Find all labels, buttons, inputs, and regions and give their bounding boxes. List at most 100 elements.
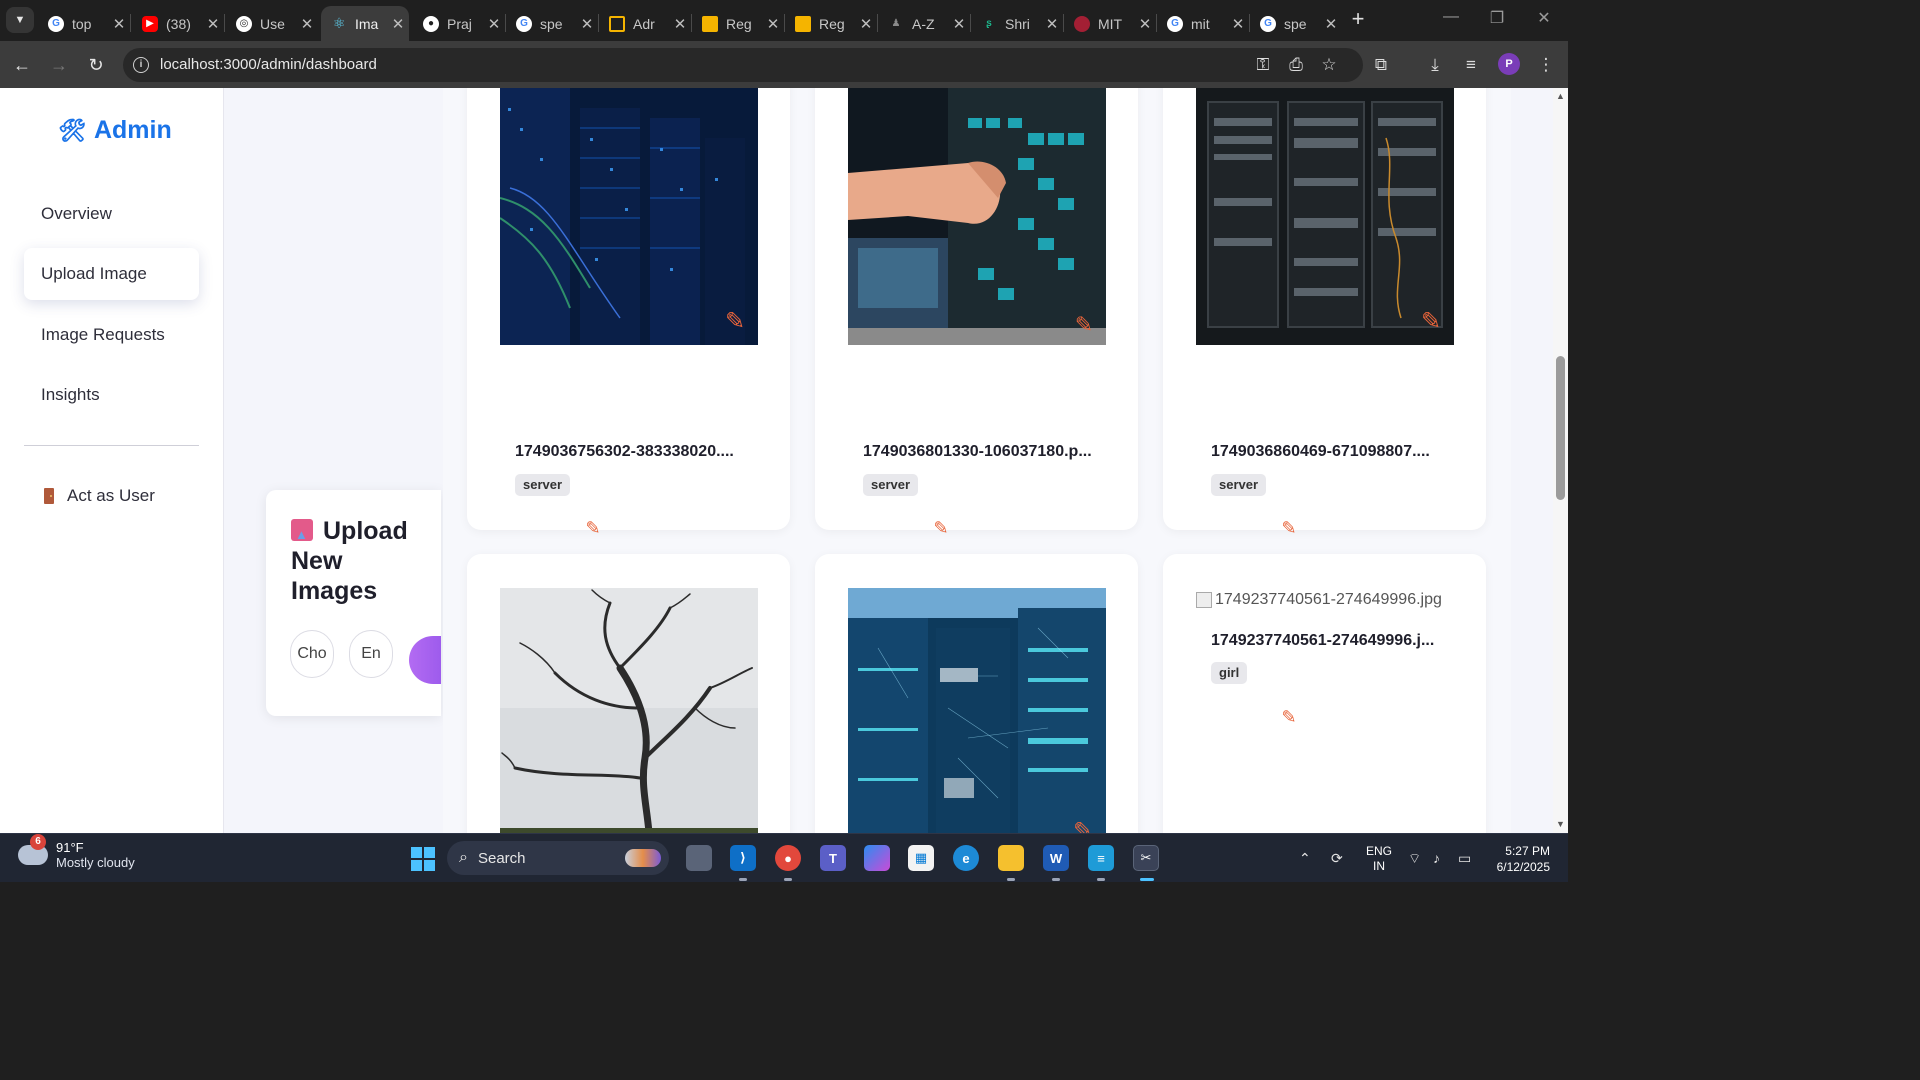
edge-icon[interactable]: e — [953, 845, 979, 871]
notepad-icon[interactable]: ≡ — [1088, 845, 1114, 871]
media-control-icon[interactable]: ≡ — [1460, 54, 1482, 76]
wifi-icon[interactable]: ⌔ — [1408, 850, 1421, 868]
tab-2[interactable]: ▶ (38) ✕ — [132, 6, 224, 41]
close-icon[interactable]: ✕ — [1320, 15, 1342, 33]
close-icon[interactable]: ✕ — [1134, 15, 1156, 33]
chrome-icon[interactable]: ● — [775, 845, 801, 871]
profile-avatar[interactable]: P — [1498, 53, 1520, 75]
forward-icon[interactable]: → — [46, 52, 72, 78]
tab-label: Reg — [726, 15, 752, 32]
sidebar-item-overview[interactable]: Overview — [24, 188, 199, 240]
tools-icon: 🛠 — [58, 117, 86, 143]
running-indicator — [739, 878, 747, 881]
close-icon[interactable]: ✕ — [387, 15, 409, 33]
scroll-thumb[interactable] — [1556, 356, 1565, 500]
act-as-user-button[interactable]: Act as User — [44, 486, 155, 506]
upload-submit-button[interactable] — [409, 636, 441, 684]
battery-icon[interactable]: ▭ — [1458, 850, 1471, 867]
enter-tag-input[interactable]: En — [349, 630, 393, 678]
tab-3[interactable]: ◎ Use ✕ — [226, 6, 318, 41]
file-explorer-icon[interactable] — [998, 845, 1024, 871]
image-thumbnail[interactable] — [500, 588, 758, 833]
browser-toolbar: ← → ↻ i localhost:3000/admin/dashboard ⚿… — [0, 41, 1568, 88]
image-thumbnail[interactable]: ✎ — [500, 88, 758, 345]
image-thumbnail[interactable]: ✎ — [1196, 88, 1454, 345]
back-icon[interactable]: ← — [9, 52, 35, 78]
sidebar-item-image-requests[interactable]: Image Requests — [24, 309, 199, 361]
word-icon[interactable]: W — [1043, 845, 1069, 871]
install-app-icon[interactable]: ⎙ — [1285, 54, 1307, 76]
image-thumbnail[interactable]: ✎ — [848, 588, 1106, 833]
windows-start-icon[interactable] — [411, 847, 435, 871]
system-clock[interactable]: 5:27 PM 6/12/2025 — [1488, 843, 1550, 875]
tab-6[interactable]: G spe ✕ — [506, 6, 598, 41]
teams-icon[interactable]: T — [820, 845, 846, 871]
tab-5[interactable]: ● Praj ✕ — [413, 6, 505, 41]
more-menu-icon[interactable]: ⋮ — [1535, 54, 1557, 76]
store-icon[interactable]: ▦ — [908, 845, 934, 871]
page-scrollbar[interactable]: ▲ ▼ — [1553, 88, 1568, 833]
tab-7[interactable]: Adr ✕ — [599, 6, 691, 41]
taskbar-search[interactable]: ⌕ Search — [447, 841, 669, 875]
new-tab-button[interactable]: + — [1346, 8, 1370, 32]
close-icon[interactable]: ✕ — [483, 15, 505, 33]
reload-icon[interactable]: ↻ — [83, 52, 109, 78]
search-icon: ⌕ — [459, 849, 468, 866]
task-view-icon[interactable] — [686, 845, 712, 871]
sync-icon[interactable]: ⟳ — [1331, 850, 1343, 867]
close-icon[interactable]: ✕ — [296, 15, 318, 33]
volume-icon[interactable]: ♪ — [1433, 850, 1440, 866]
tab-13[interactable]: G mit ✕ — [1157, 6, 1249, 41]
tab-14[interactable]: G spe ✕ — [1250, 6, 1342, 41]
bookmark-star-icon[interactable]: ☆ — [1318, 54, 1340, 76]
sidebar-item-upload-image[interactable]: Upload Image — [24, 248, 199, 300]
close-icon[interactable]: ✕ — [855, 15, 877, 33]
close-icon[interactable]: ✕ — [1041, 15, 1063, 33]
url-text[interactable]: localhost:3000/admin/dashboard — [160, 56, 377, 73]
tab-10[interactable]: ♟ A-Z ✕ — [878, 6, 970, 41]
copilot-icon[interactable] — [864, 845, 890, 871]
choose-file-button[interactable]: Cho — [290, 630, 334, 678]
close-icon[interactable]: ✕ — [202, 15, 224, 33]
close-icon[interactable]: ✕ — [762, 15, 784, 33]
password-key-icon[interactable]: ⚿ — [1252, 54, 1274, 76]
edit-pencil-icon[interactable]: ✎ — [1279, 707, 1299, 727]
edit-pencil-icon[interactable]: ✎ — [1279, 518, 1299, 538]
close-icon[interactable]: ✕ — [576, 15, 598, 33]
vscode-icon[interactable]: ⟩ — [730, 845, 756, 871]
running-indicator — [1097, 878, 1105, 881]
image-thumbnail[interactable]: ✎ — [848, 88, 1106, 345]
weather-widget[interactable]: 6 91°F Mostly cloudy — [18, 834, 135, 870]
brand[interactable]: 🛠 Admin — [58, 116, 172, 145]
downloads-icon[interactable]: ⤓ — [1424, 54, 1446, 76]
tab-12[interactable]: MIT ✕ — [1064, 6, 1156, 41]
tab-8[interactable]: Reg ✕ — [692, 6, 784, 41]
window-close-icon[interactable]: ✕ — [1529, 8, 1559, 28]
edit-pencil-icon[interactable]: ✎ — [931, 518, 951, 538]
close-icon[interactable]: ✕ — [1227, 15, 1249, 33]
close-icon[interactable]: ✕ — [669, 15, 691, 33]
clock-date: 6/12/2025 — [1496, 860, 1550, 874]
tab-search-button[interactable]: ▼ — [6, 7, 34, 33]
scroll-down-icon[interactable]: ▼ — [1555, 819, 1566, 829]
sidebar-item-insights[interactable]: Insights — [24, 369, 199, 421]
minimize-icon[interactable]: — — [1436, 8, 1466, 26]
address-bar[interactable]: i localhost:3000/admin/dashboard — [123, 48, 1363, 82]
tab-1[interactable]: G top ✕ — [38, 6, 130, 41]
tab-11[interactable]: ʂ Shri ✕ — [971, 6, 1063, 41]
snipping-tool-icon[interactable]: ✂ — [1133, 845, 1159, 871]
extensions-icon[interactable]: ⧉ — [1370, 54, 1392, 76]
edit-pencil-icon[interactable]: ✎ — [583, 518, 603, 538]
tab-4-active[interactable]: ⚛ Ima ✕ — [321, 6, 409, 41]
language-indicator[interactable]: ENG IN — [1366, 844, 1392, 874]
tray-overflow-icon[interactable]: ⌃ — [1299, 850, 1311, 867]
note-icon — [609, 15, 625, 32]
restore-icon[interactable]: ❐ — [1482, 8, 1512, 28]
site-info-icon[interactable]: i — [133, 57, 149, 73]
close-icon[interactable]: ✕ — [948, 15, 970, 33]
close-icon[interactable]: ✕ — [108, 15, 130, 33]
scroll-up-icon[interactable]: ▲ — [1555, 91, 1566, 101]
tab-9[interactable]: Reg ✕ — [785, 6, 877, 41]
image-alt-text: 1749237740561-274649996.jpg — [1215, 591, 1442, 608]
broken-image[interactable]: 1749237740561-274649996.jpg — [1196, 591, 1442, 609]
